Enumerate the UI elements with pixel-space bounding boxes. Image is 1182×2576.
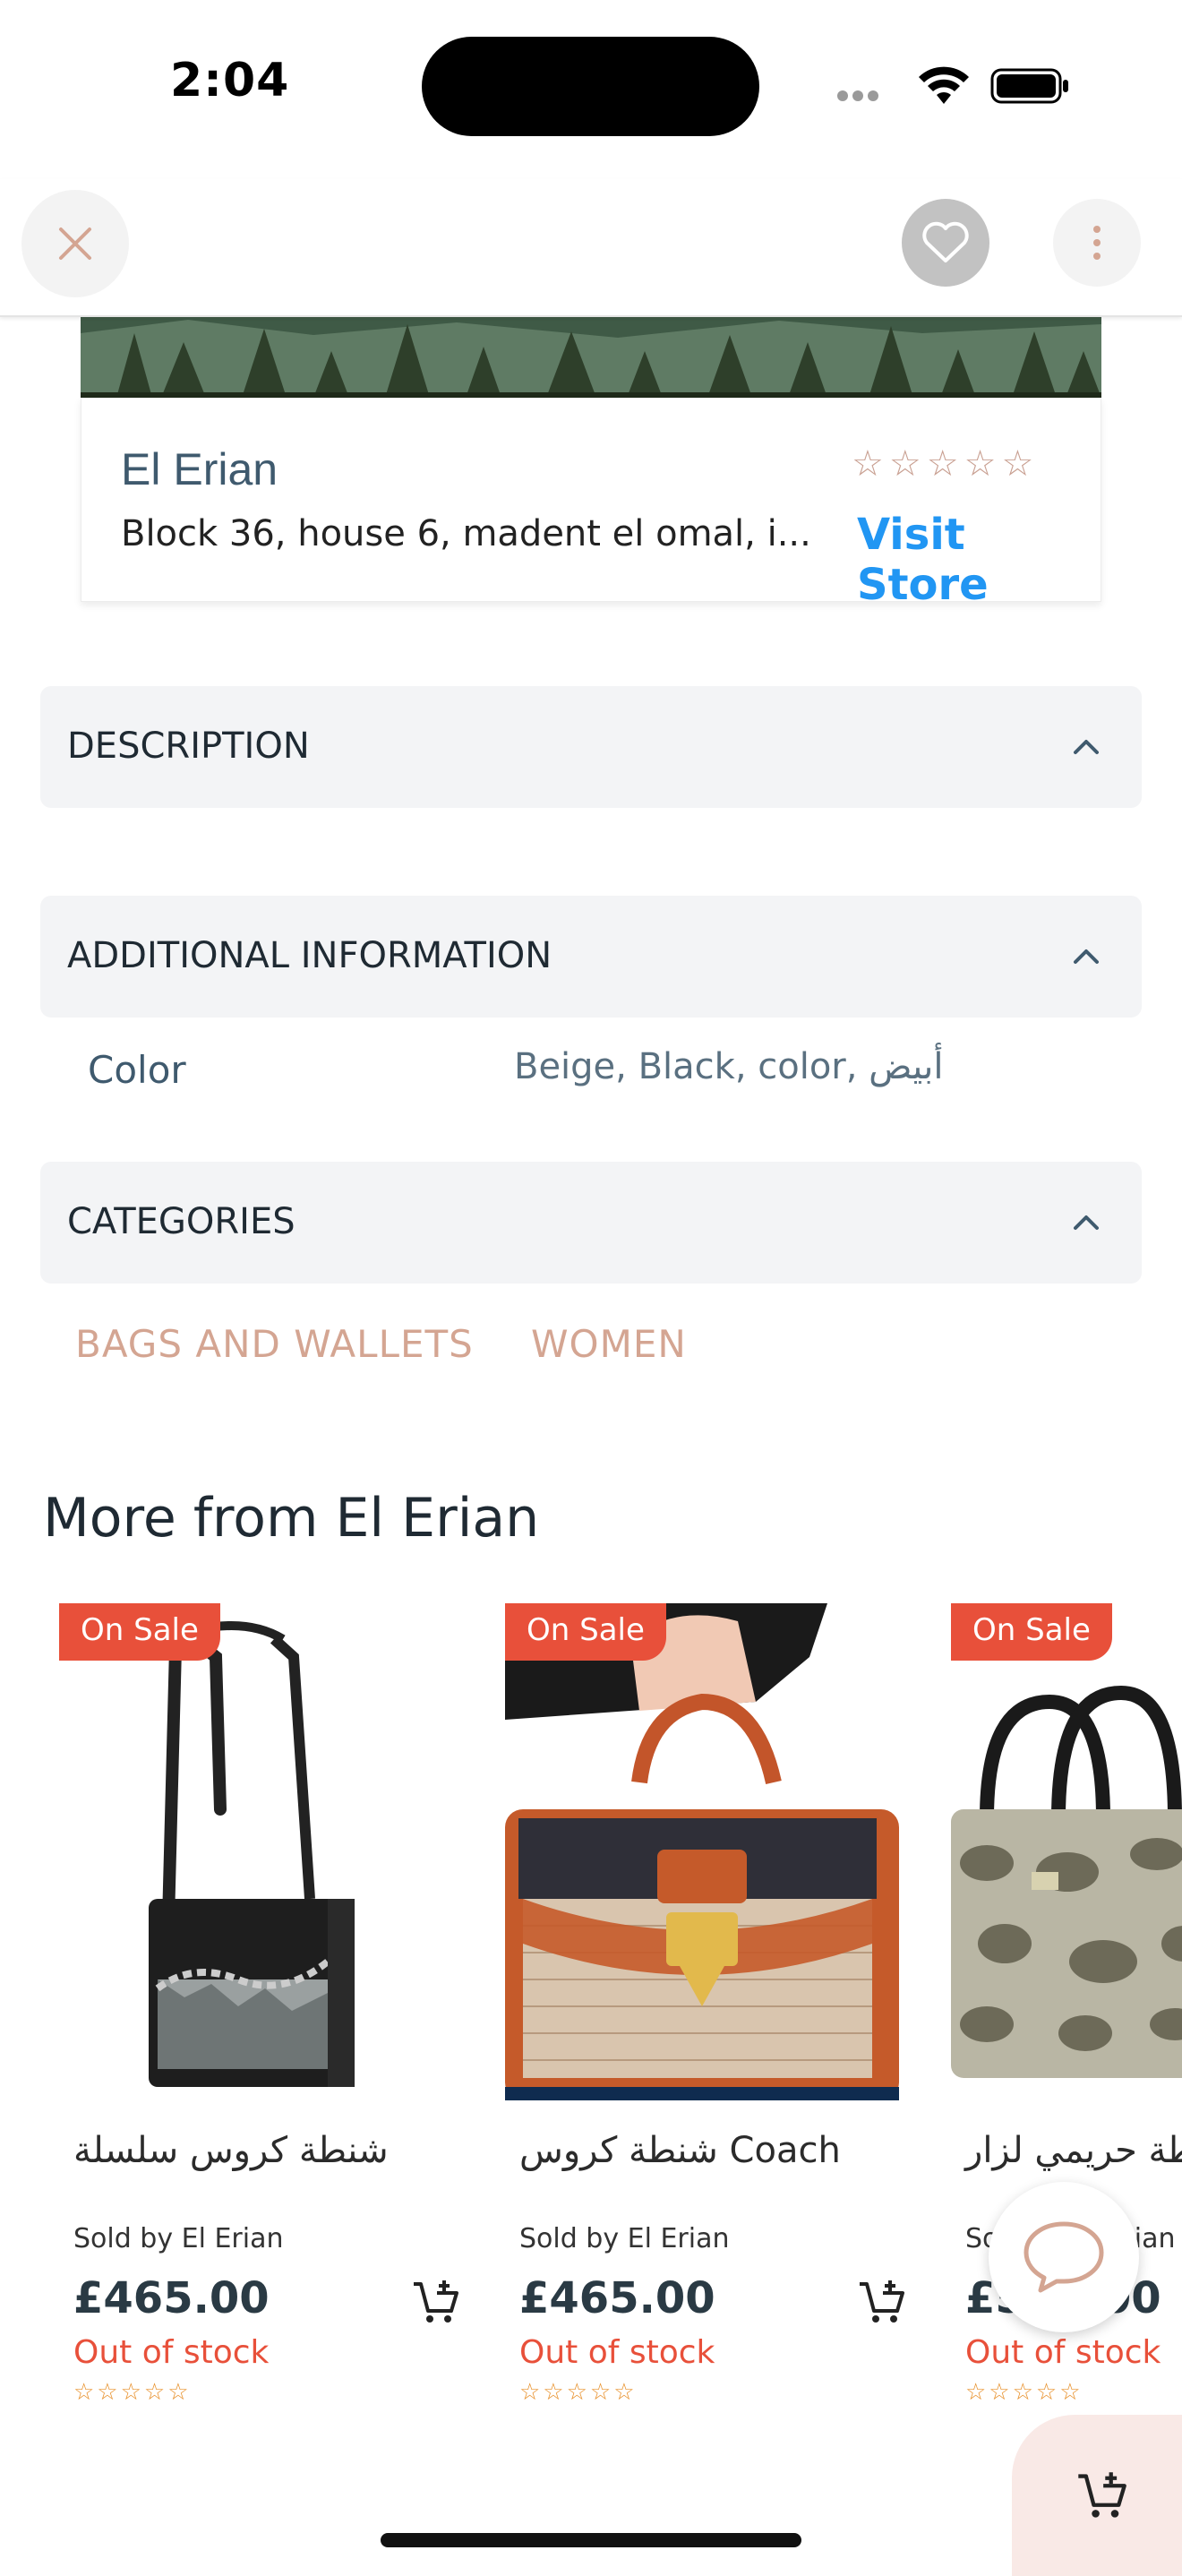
- store-address: Block 36, house 6, madent el omal, i...: [121, 513, 811, 554]
- sale-badge: On Sale: [951, 1603, 1112, 1661]
- categories-accordion[interactable]: CATEGORIES: [40, 1162, 1142, 1284]
- accordion-title: CATEGORIES: [67, 1201, 296, 1242]
- chat-bubble-icon: [1024, 2221, 1104, 2293]
- product-rating-stars: ☆☆☆☆☆: [519, 2379, 638, 2406]
- attribute-name: Color: [88, 1048, 186, 1092]
- accordion-title: DESCRIPTION: [67, 726, 310, 767]
- product-name: شنطة حريمي لزار: [965, 2130, 1182, 2171]
- product-name: شنطة كروس Coach: [519, 2130, 841, 2171]
- product-price: £465.00: [519, 2273, 715, 2323]
- store-banner-image: [81, 315, 1101, 398]
- accordion-title: ADDITIONAL INFORMATION: [67, 935, 552, 976]
- visit-store-link[interactable]: Visit Store: [857, 510, 1101, 610]
- top-bar: [0, 179, 1182, 317]
- product-image: [951, 1603, 1182, 2100]
- product-name: شنطة كروس سلسلة: [73, 2130, 389, 2171]
- category-link-women[interactable]: WOMEN: [531, 1322, 687, 1366]
- additional-information-accordion[interactable]: ADDITIONAL INFORMATION: [40, 896, 1142, 1018]
- product-card[interactable]: On Sale شنطة كروس سلسلة Sold by El Erian…: [59, 1603, 462, 2427]
- battery-icon: [990, 68, 1068, 104]
- product-image: [505, 1603, 908, 2100]
- product-rating-stars: ☆☆☆☆☆: [73, 2379, 192, 2406]
- chat-button[interactable]: [989, 2182, 1139, 2332]
- close-button[interactable]: [21, 190, 129, 297]
- dynamic-island: [422, 37, 759, 136]
- favorite-button[interactable]: [902, 199, 989, 287]
- wifi-icon: [919, 66, 969, 104]
- product-seller: Sold by El Erian: [519, 2223, 730, 2254]
- description-accordion[interactable]: DESCRIPTION: [40, 686, 1142, 808]
- store-rating-stars: ☆☆☆☆☆: [852, 443, 1040, 485]
- chevron-up-icon: [1074, 949, 1099, 964]
- category-link-bags-and-wallets[interactable]: BAGS AND WALLETS: [75, 1322, 474, 1366]
- stock-status: Out of stock: [519, 2334, 715, 2371]
- close-icon: [59, 228, 91, 260]
- product-rating-stars: ☆☆☆☆☆: [965, 2379, 1084, 2406]
- product-card[interactable]: On Sale شنطة كروس Coach Sold by El Erian…: [505, 1603, 908, 2427]
- chevron-up-icon: [1074, 740, 1099, 754]
- product-seller: Sold by El Erian: [73, 2223, 284, 2254]
- add-to-cart-icon[interactable]: [856, 2277, 906, 2327]
- product-price: £465.00: [73, 2273, 270, 2323]
- more-vertical-icon: [1093, 226, 1101, 260]
- status-time: 2:04: [170, 54, 290, 107]
- cart-icon: [1078, 2472, 1126, 2518]
- cellular-signal-icon: [837, 88, 896, 101]
- stock-status: Out of stock: [73, 2334, 270, 2371]
- sale-badge: On Sale: [59, 1603, 220, 1661]
- stock-status: Out of stock: [965, 2334, 1161, 2371]
- attribute-value: Beige, Black, color, أبيض: [514, 1046, 944, 1087]
- store-name: El Erian: [121, 444, 278, 494]
- add-to-cart-icon[interactable]: [410, 2277, 460, 2327]
- more-options-button[interactable]: [1053, 199, 1141, 287]
- product-image: [59, 1603, 462, 2100]
- chevron-up-icon: [1074, 1215, 1099, 1230]
- more-from-store-title: More from El Erian: [43, 1487, 540, 1550]
- home-indicator: [381, 2533, 801, 2547]
- cart-button[interactable]: [1012, 2415, 1182, 2576]
- store-card: El Erian Block 36, house 6, madent el om…: [81, 398, 1101, 610]
- sale-badge: On Sale: [505, 1603, 666, 1661]
- heart-icon: [922, 221, 969, 262]
